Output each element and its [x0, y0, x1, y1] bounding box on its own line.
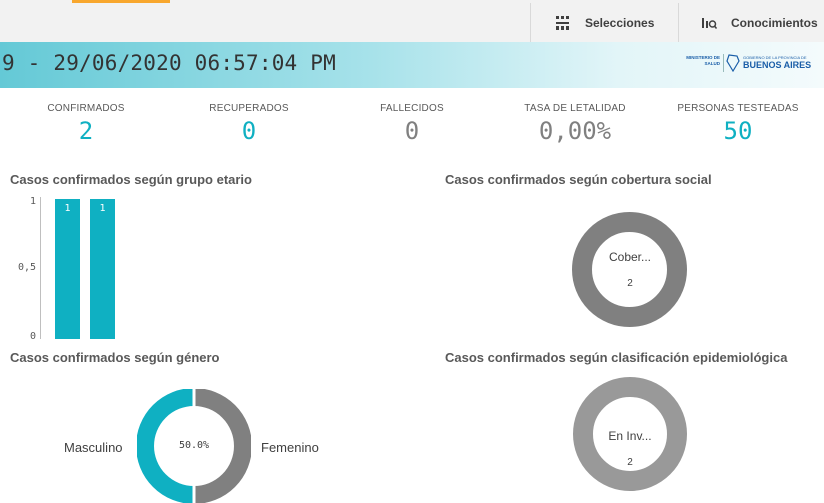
kpi-tasa-letalidad[interactable]: TASA DE LETALIDAD 0,00%	[505, 103, 645, 145]
kpi-fallecidos[interactable]: FALLECIDOS 0	[342, 103, 482, 145]
conocimientos-button[interactable]: Conocimientos	[678, 3, 824, 42]
kpi-label: CONFIRMADOS	[47, 103, 125, 114]
kpi-value: 0	[404, 117, 420, 145]
chart-title-clasificacion: Casos confirmados según clasificación ep…	[445, 350, 788, 365]
selecciones-label: Selecciones	[585, 15, 655, 30]
y-axis-tick-label: 0	[29, 331, 36, 342]
donut-center-percentage: 50.0%	[178, 440, 210, 451]
kpi-value: 0,00%	[538, 117, 612, 145]
kpi-personas-testeadas[interactable]: PERSONAS TESTEADAS 50	[668, 103, 808, 145]
donut-center-count: 2	[627, 457, 633, 468]
kpi-label: RECUPERADOS	[209, 103, 289, 114]
y-axis-tick-label: 0,5	[17, 262, 36, 273]
top-toolbar: Selecciones Conocimientos	[0, 0, 824, 43]
kpi-confirmados[interactable]: CONFIRMADOS 2	[16, 103, 156, 145]
kpi-recuperados[interactable]: RECUPERADOS 0	[179, 103, 319, 145]
donut-center-clasificacion: En Inv... 2	[595, 429, 665, 468]
logo-divider	[723, 54, 724, 72]
ministerio-logo: MINISTERIO DE SALUD GOBIERNO DE LA PROVI…	[676, 52, 812, 76]
bar-data-label: 1	[64, 203, 71, 214]
selections-grid-icon	[555, 15, 571, 31]
bar[interactable]	[55, 199, 80, 339]
chart-title-genero: Casos confirmados según género	[10, 350, 220, 365]
update-datetime: 9 - 29/06/2020 06:57:04 PM	[2, 51, 336, 75]
province-shield-icon	[726, 54, 740, 72]
y-axis-tick-label: 1	[29, 196, 36, 207]
donut-center-count: 2	[627, 278, 633, 289]
active-sheet-indicator	[72, 0, 170, 3]
legend-masculino: Masculino	[64, 440, 123, 455]
y-axis-line	[40, 197, 41, 339]
legend-femenino: Femenino	[261, 440, 319, 455]
chart-title-grupo-etario: Casos confirmados según grupo etario	[10, 172, 252, 187]
conocimientos-label: Conocimientos	[731, 15, 818, 30]
chart-title-cobertura-social: Casos confirmados según cobertura social	[445, 172, 712, 187]
logo-ministerio-text: MINISTERIO DE SALUD	[686, 55, 720, 66]
kpi-label: TASA DE LETALIDAD	[524, 103, 626, 114]
dashboard-header: 9 - 29/06/2020 06:57:04 PM MINISTERIO DE…	[0, 42, 824, 88]
bar-data-label: 1	[99, 203, 106, 214]
kpi-label: FALLECIDOS	[380, 103, 444, 114]
donut-center-label: En Inv...	[608, 429, 652, 443]
bar[interactable]	[90, 199, 115, 339]
insights-icon	[701, 15, 718, 31]
selecciones-button[interactable]: Selecciones	[530, 3, 678, 42]
kpi-label: PERSONAS TESTEADAS	[677, 103, 799, 114]
logo-provincia-text: BUENOS AIRES	[743, 60, 812, 70]
donut-center-cobertura: Cober... 2	[595, 250, 665, 289]
kpi-value: 0	[241, 117, 257, 145]
kpi-value: 50	[723, 117, 753, 145]
donut-center-label: Cober...	[608, 250, 652, 264]
kpi-value: 2	[78, 117, 94, 145]
